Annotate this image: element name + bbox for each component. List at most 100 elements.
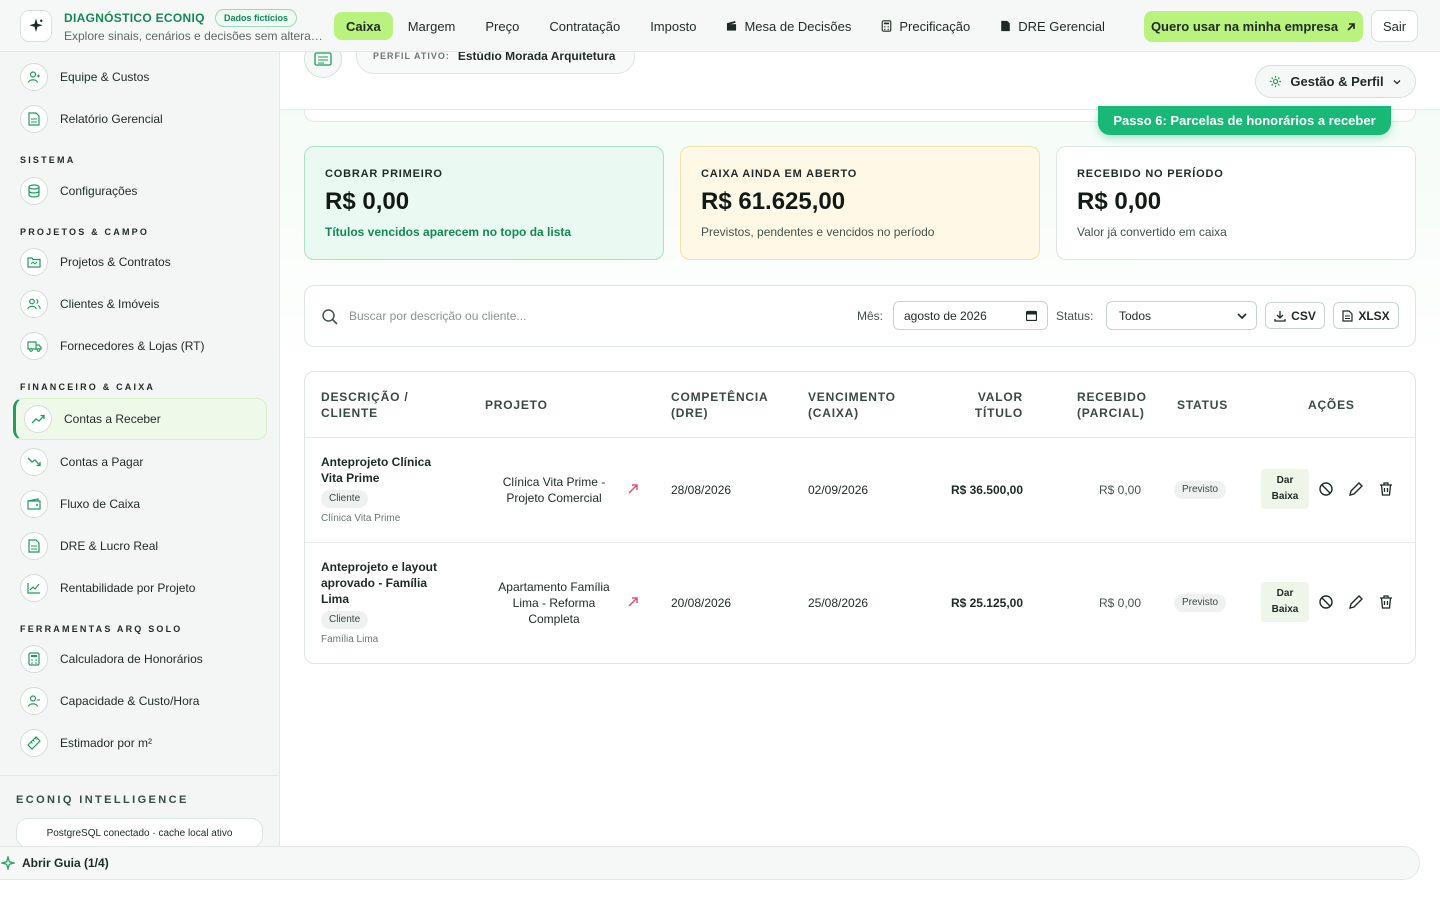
search-icon (322, 309, 338, 325)
logout-button[interactable]: Sair (1371, 10, 1418, 42)
trash-icon[interactable] (1378, 481, 1394, 497)
settle-button[interactable]: Dar Baixa (1261, 582, 1309, 622)
sidebar-item-configuracoes[interactable]: Configurações (20, 173, 266, 209)
user-clock-icon (20, 687, 48, 715)
project-name[interactable]: Apartamento Família Lima - Reforma Complet… (484, 579, 624, 627)
project-name[interactable]: Clínica Vita Prime - Projeto Comercial (484, 474, 624, 506)
use-in-company-button[interactable]: Quero usar na minha empresa (1144, 11, 1363, 42)
trending-up-icon (24, 405, 52, 433)
database-icon (20, 177, 48, 205)
nav-precificacao[interactable]: Precificação (866, 12, 985, 40)
brand-title: DIAGNÓSTICO ECONIQ (64, 11, 205, 25)
sidebar-item-projetos-contratos[interactable]: Projetos & Contratos (20, 244, 266, 280)
download-icon (1274, 310, 1286, 322)
table-header-divider (305, 437, 1415, 438)
competence-date: 20/08/2026 (671, 596, 732, 610)
title-value: R$ 36.500,00 (950, 483, 1023, 497)
main-content: PERFIL ATIVO: Estúdio Morada Arquitetura… (280, 38, 1440, 880)
line-chart-icon (20, 574, 48, 602)
search-input[interactable] (349, 304, 749, 328)
nav-dre-gerencial[interactable]: DRE Gerencial (985, 12, 1120, 40)
nav-mesa-decisoes[interactable]: Mesa de Decisões (711, 12, 866, 40)
sidebar-item-calculadora-honorarios[interactable]: Calculadora de Honorários (20, 641, 266, 677)
sidebar-item-dre-lucro-real[interactable]: DRE & Lucro Real (20, 528, 266, 564)
nav-imposto[interactable]: Imposto (635, 12, 711, 40)
sidebar-section-title: SISTEMA (20, 155, 76, 165)
profile-label: PERFIL ATIVO: (373, 51, 450, 61)
sidebar-item-equipe-custos[interactable]: Equipe & Custos (20, 59, 266, 95)
chevron-down-icon (1237, 313, 1247, 320)
cancel-icon[interactable] (1318, 594, 1334, 610)
edit-icon[interactable] (1348, 594, 1364, 610)
column-header-projeto[interactable]: PROJETO (485, 397, 548, 413)
link-icon[interactable] (627, 483, 639, 495)
arrow-up-right-icon (1347, 22, 1355, 31)
report-icon (20, 105, 48, 133)
open-guide-button[interactable]: Abrir Guia (1/4) (0, 846, 1420, 880)
column-header-vencimento[interactable]: VENCIMENTO (CAIXA) (808, 389, 896, 421)
sidebar-item-fornecedores-lojas[interactable]: Fornecedores & Lojas (RT) (20, 328, 266, 364)
trending-down-icon (20, 448, 48, 476)
sidebar-item-estimador-m2[interactable]: Estimador por m² (20, 725, 266, 761)
kpi-value: R$ 61.625,00 (701, 188, 846, 215)
nav-contratacao[interactable]: Contratação (534, 12, 635, 40)
title-value: R$ 25.125,00 (950, 596, 1023, 610)
sidebar-item-capacidade-custo-hora[interactable]: Capacidade & Custo/Hora (20, 683, 266, 719)
gear-icon (1270, 75, 1282, 88)
status-badge: Previsto (1174, 594, 1227, 612)
sidebar-section-title: PROJETOS & CAMPO (20, 227, 150, 237)
sparkle-logo-icon[interactable] (20, 10, 52, 42)
column-header-status[interactable]: STATUS (1177, 397, 1228, 413)
edit-icon[interactable] (1348, 481, 1364, 497)
brand-subtitle: Explore sinais, cenários e decisões sem … (64, 29, 326, 43)
table-row-divider (305, 542, 1415, 543)
folder-icon (20, 248, 48, 276)
document-icon (1001, 20, 1010, 32)
kpi-cobrar-primeiro: COBRAR PRIMEIRO R$ 0,00 Títulos vencidos… (304, 146, 664, 260)
chevron-down-icon (1393, 79, 1401, 84)
calculator-icon (882, 20, 892, 32)
nav-caixa[interactable]: Caixa (334, 12, 393, 40)
month-label: Mês: (857, 309, 884, 323)
sidebar-item-rentabilidade-projeto[interactable]: Rentabilidade por Projeto (20, 570, 266, 606)
column-header-recebido[interactable]: RECEBIDO (PARCIAL) (1077, 389, 1147, 421)
client-chip: Cliente (321, 490, 369, 508)
client-name: Clínica Vita Prime (321, 513, 401, 524)
trash-icon[interactable] (1378, 594, 1394, 610)
status-label: Status: (1056, 309, 1094, 323)
sparkle-icon (1, 856, 15, 870)
sidebar-item-contas-receber[interactable]: Contas a Receber (13, 398, 267, 440)
settle-button[interactable]: Dar Baixa (1261, 469, 1309, 509)
sidebar: Equipe & Custos Relatório Gerencial SIST… (0, 52, 280, 880)
sidebar-item-fluxo-caixa[interactable]: Fluxo de Caixa (20, 486, 266, 522)
kpi-label: COBRAR PRIMEIRO (325, 168, 443, 180)
kpi-description: Valor já convertido em caixa (1077, 225, 1227, 239)
sidebar-item-relatorio-gerencial[interactable]: Relatório Gerencial (20, 101, 266, 137)
nav-preco[interactable]: Preço (470, 12, 534, 40)
cancel-icon[interactable] (1318, 481, 1334, 497)
sidebar-section-title: FINANCEIRO & CAIXA (20, 382, 156, 392)
export-csv-button[interactable]: CSV (1265, 302, 1325, 329)
column-header-descricao[interactable]: DESCRIÇÃO / CLIENTE (321, 389, 408, 421)
status-select[interactable]: Todos (1106, 301, 1257, 330)
report-icon (20, 532, 48, 560)
sidebar-item-contas-pagar[interactable]: Contas a Pagar (20, 444, 266, 480)
sidebar-item-clientes-imoveis[interactable]: Clientes & Imóveis (20, 286, 266, 322)
intelligence-title: ECONIQ INTELLIGENCE (16, 794, 189, 806)
top-nav: Caixa Margem Preço Contratação Imposto M… (334, 12, 1120, 40)
nav-margem[interactable]: Margem (393, 12, 471, 40)
client-name: Família Lima (321, 634, 379, 645)
column-header-valor[interactable]: VALOR TÍTULO (945, 389, 1023, 421)
status-badge: Previsto (1174, 481, 1227, 499)
export-xlsx-button[interactable]: XLSX (1333, 302, 1399, 329)
month-picker[interactable]: agosto de 2026 (893, 301, 1048, 330)
user-gear-icon (20, 63, 48, 91)
kpi-label: CAIXA AINDA EM ABERTO (701, 168, 858, 180)
management-profile-button[interactable]: Gestão & Perfil (1255, 65, 1416, 98)
column-header-competencia[interactable]: COMPETÊNCIA (DRE) (671, 389, 768, 421)
kpi-description: Previstos, pendentes e vencidos no perío… (701, 225, 935, 239)
row-description: Anteprojeto e layout aprovado - Família Li… (321, 560, 438, 606)
link-icon[interactable] (627, 596, 639, 608)
calendar-icon (1026, 310, 1037, 321)
ruler-icon (20, 729, 48, 757)
